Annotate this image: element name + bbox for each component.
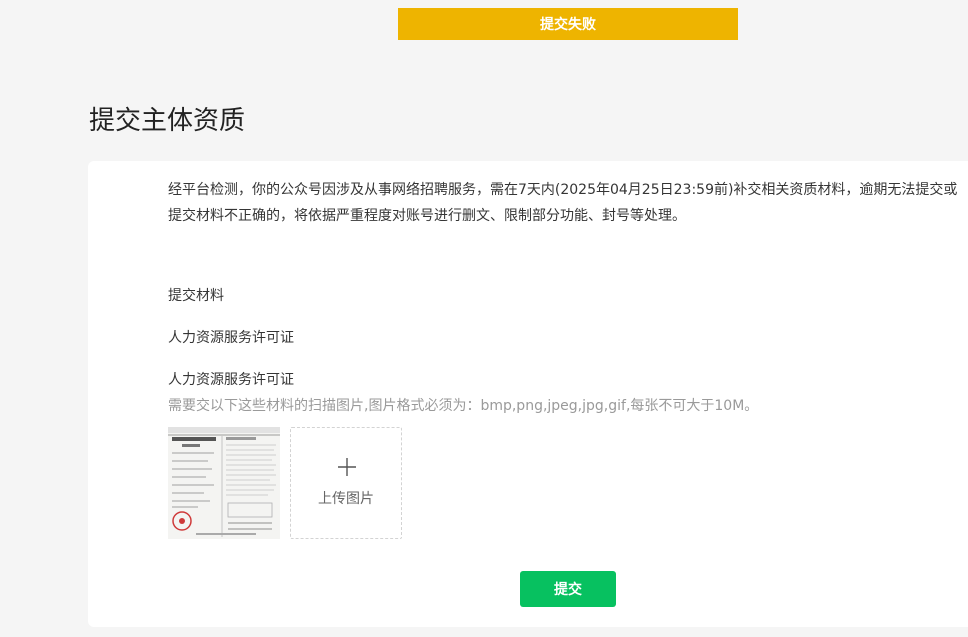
error-toast: 提交失败 bbox=[398, 8, 738, 40]
upload-hint: 需要交以下这些材料的扫描图片,图片格式必须为：bmp,png,jpeg,jpg,… bbox=[168, 398, 759, 414]
upload-image-button[interactable]: 上传图片 bbox=[290, 427, 402, 539]
page-title: 提交主体资质 bbox=[89, 106, 246, 136]
upload-image-label: 上传图片 bbox=[318, 491, 374, 507]
qualification-card: 经平台检测，你的公众号因涉及从事网络招聘服务，需在7天内(2025年04月25日… bbox=[88, 161, 968, 627]
material-name: 人力资源服务许可证 bbox=[168, 330, 294, 346]
notice-text: 经平台检测，你的公众号因涉及从事网络招聘服务，需在7天内(2025年04月25日… bbox=[168, 182, 958, 224]
uploaded-license-thumbnail[interactable] bbox=[168, 427, 280, 539]
upload-section-title: 人力资源服务许可证 bbox=[168, 372, 294, 388]
materials-label: 提交材料 bbox=[168, 288, 224, 304]
toast-message: 提交失败 bbox=[540, 17, 596, 33]
license-scan-image bbox=[168, 427, 280, 539]
submit-button[interactable]: 提交 bbox=[520, 571, 616, 607]
plus-icon bbox=[338, 458, 356, 476]
